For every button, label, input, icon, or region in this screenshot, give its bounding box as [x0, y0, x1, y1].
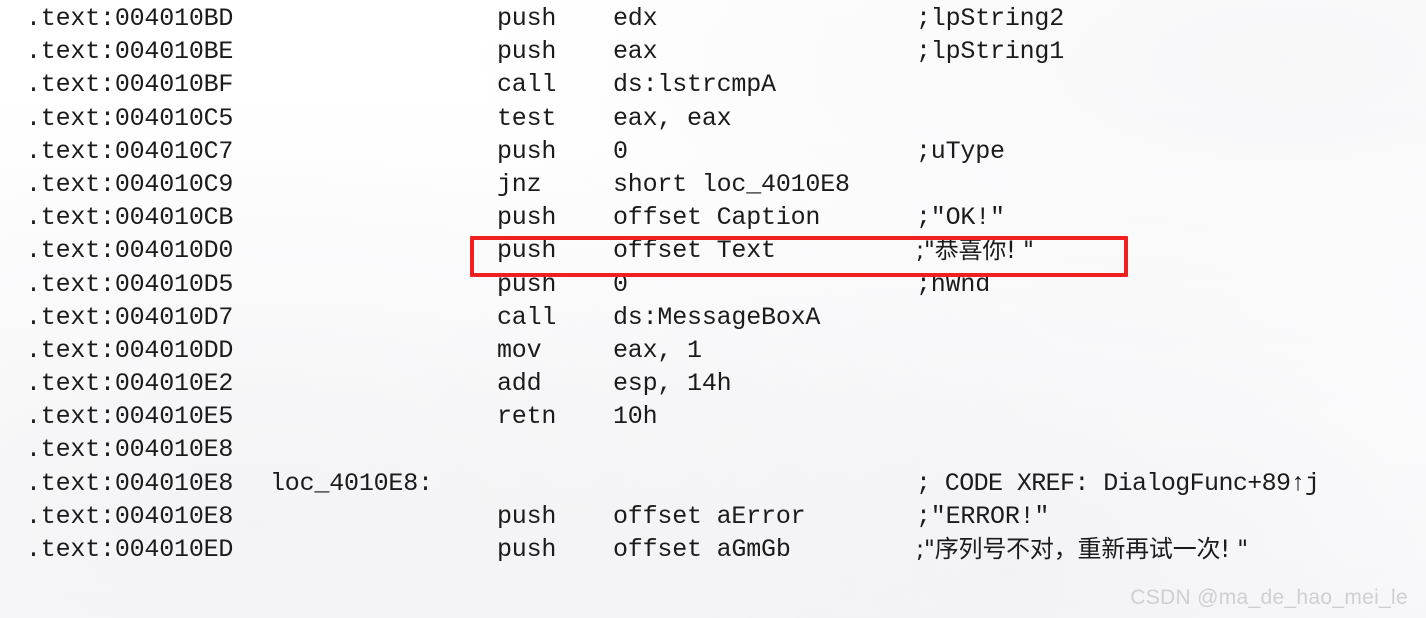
line-mnemonic: push [497, 203, 557, 233]
line-mnemonic: retn [497, 402, 557, 432]
line-operands: esp, 14h [613, 369, 732, 399]
line-operands: 10h [613, 402, 658, 432]
line-operands: eax [613, 37, 658, 67]
code-line[interactable]: .text:004010E2 add esp, 14h [0, 367, 1426, 400]
line-address: .text:004010BE [26, 37, 234, 67]
line-mnemonic: jnz [497, 169, 542, 199]
line-comment: ;hWnd [916, 269, 991, 299]
disassembly-listing: .text:004010BD push edx ;lpString2 .text:004… [0, 0, 1426, 590]
line-operands: eax, eax [613, 103, 732, 133]
line-address: .text:004010C7 [26, 136, 234, 166]
line-address: .text:004010BF [26, 70, 234, 100]
line-mnemonic: call [497, 302, 557, 332]
line-mnemonic: push [497, 37, 557, 67]
line-operands: offset aGmGb [613, 535, 791, 564]
line-address: .text:004010D5 [26, 269, 234, 299]
line-operands: eax, 1 [613, 335, 702, 365]
line-comment: ;lpString2 [916, 4, 1065, 33]
code-line[interactable]: .text:004010DD mov eax, 1 [0, 334, 1426, 367]
line-address: .text:004010E8 [26, 435, 234, 465]
line-mnemonic: push [497, 4, 557, 33]
line-operands: short loc_4010E8 [613, 169, 850, 199]
code-line[interactable]: .text:004010D0 push offset Text ;"恭喜你! " [0, 234, 1426, 267]
line-mnemonic: push [497, 136, 557, 166]
line-mnemonic: push [497, 236, 557, 266]
code-line[interactable]: .text:004010E8 loc_4010E8: ; CODE XREF: Di… [0, 467, 1426, 500]
line-label: loc_4010E8: [270, 468, 433, 498]
line-address: .text:004010ED [26, 535, 234, 564]
line-address: .text:004010C9 [26, 169, 234, 199]
code-line[interactable]: .text:004010C7 push 0 ;uType [0, 135, 1426, 168]
line-address: .text:004010E2 [26, 369, 234, 399]
line-address: .text:004010BD [26, 4, 234, 33]
line-mnemonic: push [497, 501, 557, 531]
code-line[interactable]: .text:004010BD push edx ;lpString2 [0, 2, 1426, 35]
code-line[interactable]: .text:004010C9 jnz short loc_4010E8 [0, 168, 1426, 201]
line-mnemonic: call [497, 70, 557, 100]
line-address: .text:004010CB [26, 203, 234, 233]
line-operands: offset aError [613, 501, 806, 531]
line-address: .text:004010C5 [26, 103, 234, 133]
code-line[interactable]: .text:004010E5 retn 10h [0, 400, 1426, 433]
line-address: .text:004010E5 [26, 402, 234, 432]
line-mnemonic: push [497, 269, 557, 299]
line-operands: offset Text [613, 236, 776, 266]
code-line[interactable]: .text:004010E8 push offset aError ;"ERROR!" [0, 500, 1426, 533]
line-comment: ;"OK!" [916, 203, 1005, 233]
line-address: .text:004010E8 [26, 501, 234, 531]
line-operands: offset Caption [613, 203, 821, 233]
line-operands: ds:lstrcmpA [613, 70, 776, 100]
line-operands: 0 [613, 136, 628, 166]
line-address: .text:004010D0 [26, 236, 234, 266]
code-line[interactable]: .text:004010BF call ds:lstrcmpA [0, 68, 1426, 101]
code-line[interactable]: .text:004010C5 test eax, eax [0, 102, 1426, 135]
line-comment: ;"ERROR!" [916, 501, 1050, 531]
line-operands: 0 [613, 269, 628, 299]
line-mnemonic: test [497, 103, 557, 133]
code-line[interactable]: .text:004010BE push eax ;lpString1 [0, 35, 1426, 68]
line-mnemonic: mov [497, 335, 542, 365]
line-operands: edx [613, 4, 658, 33]
code-line[interactable]: .text:004010ED push offset aGmGb ;"序列号不对，重新… [0, 533, 1426, 566]
code-line[interactable]: .text:004010CB push offset Caption ;"OK!" [0, 201, 1426, 234]
line-comment: ;lpString1 [916, 37, 1065, 67]
line-mnemonic: push [497, 535, 557, 564]
line-comment: ;"序列号不对，重新再试一次! " [916, 535, 1249, 563]
code-line[interactable]: .text:004010E8 [0, 433, 1426, 466]
line-comment: ; CODE XREF: DialogFunc+89↑j [916, 468, 1320, 498]
line-comment: ;uType [916, 136, 1005, 166]
line-operands: ds:MessageBoxA [613, 302, 821, 332]
code-line[interactable]: .text:004010D7 call ds:MessageBoxA [0, 301, 1426, 334]
line-address: .text:004010E8 [26, 468, 234, 498]
line-comment: ;"恭喜你! " [916, 236, 1034, 265]
watermark-label: CSDN @ma_de_hao_mei_le [1130, 586, 1408, 609]
line-mnemonic: add [497, 369, 542, 399]
line-address: .text:004010DD [26, 335, 234, 365]
line-address: .text:004010D7 [26, 302, 234, 332]
code-line[interactable]: .text:004010D5 push 0 ;hWnd [0, 268, 1426, 301]
